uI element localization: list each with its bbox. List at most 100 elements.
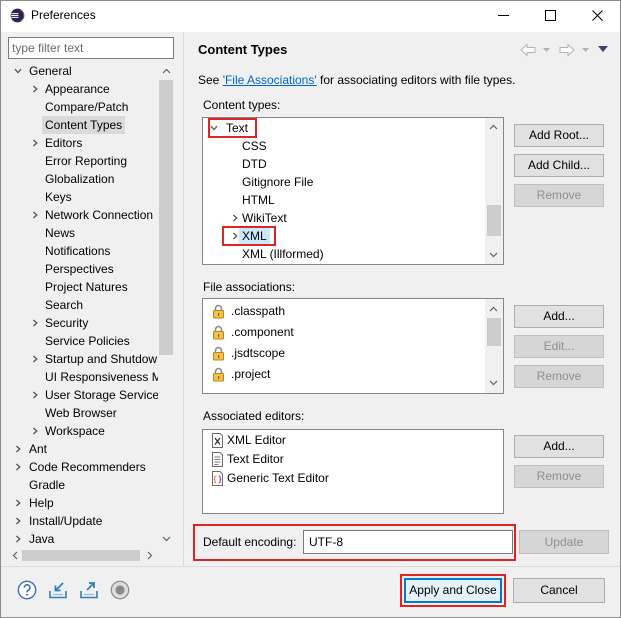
file-associations-scroll-thumb[interactable]	[487, 318, 501, 346]
editor-text-editor[interactable]: Text Editor	[203, 450, 484, 469]
nav-item-editors[interactable]: Editors	[8, 134, 158, 152]
nav-item-web-browser[interactable]: Web Browser	[8, 404, 158, 422]
nav-item-notifications[interactable]: Notifications	[8, 242, 158, 260]
nav-item-compare-patch[interactable]: Compare/Patch	[8, 98, 158, 116]
tree-horizontal-scroll-thumb[interactable]	[22, 550, 140, 561]
content-type-html[interactable]: HTML	[203, 191, 484, 209]
scroll-up-icon[interactable]	[489, 306, 498, 312]
remove-file-association-button[interactable]: Remove	[514, 365, 604, 388]
nav-item-code-recommenders[interactable]: Code Recommenders	[8, 458, 158, 476]
collapsed-chevron-icon[interactable]	[31, 391, 39, 399]
tree-vertical-scroll-thumb[interactable]	[159, 80, 173, 355]
view-menu-icon[interactable]	[598, 46, 608, 52]
collapsed-chevron-icon[interactable]	[14, 463, 22, 471]
nav-item-error-reporting[interactable]: Error Reporting	[8, 152, 158, 170]
collapsed-chevron-icon[interactable]	[231, 214, 239, 222]
nav-item-ui-responsiveness-m[interactable]: UI Responsiveness M	[8, 368, 158, 386]
remove-content-type-button[interactable]: Remove	[514, 184, 604, 207]
collapsed-chevron-icon[interactable]	[31, 355, 39, 363]
add-root-button[interactable]: Add Root...	[514, 124, 604, 147]
file-association-item[interactable]: .component	[203, 322, 484, 343]
content-type-dtd[interactable]: DTD	[203, 155, 484, 173]
nav-item-install-update[interactable]: Install/Update	[8, 512, 158, 530]
collapsed-chevron-icon[interactable]	[14, 445, 22, 453]
nav-item-content-types[interactable]: Content Types	[8, 116, 158, 134]
nav-item-project-natures[interactable]: Project Natures	[8, 278, 158, 296]
nav-item-java[interactable]: Java	[8, 530, 158, 548]
collapsed-chevron-icon[interactable]	[31, 391, 39, 399]
content-types-scrollbar[interactable]	[485, 118, 503, 264]
nav-item-general[interactable]: General	[8, 62, 158, 80]
collapsed-chevron-icon[interactable]	[14, 463, 22, 471]
minimize-button[interactable]	[480, 0, 526, 31]
maximize-button[interactable]	[527, 0, 573, 31]
editor-xml-editor[interactable]: XML Editor	[203, 431, 484, 450]
expanded-chevron-icon[interactable]	[14, 67, 22, 75]
editor-generic-text-editor[interactable]: Generic Text Editor	[203, 469, 484, 488]
collapsed-chevron-icon[interactable]	[31, 139, 39, 147]
nav-item-ant[interactable]: Ant	[8, 440, 158, 458]
collapsed-chevron-icon[interactable]	[231, 214, 239, 222]
scroll-right-icon[interactable]	[147, 551, 153, 560]
nav-item-network-connection[interactable]: Network Connection	[8, 206, 158, 224]
nav-item-security[interactable]: Security	[8, 314, 158, 332]
scroll-down-icon[interactable]	[489, 252, 498, 258]
export-icon[interactable]	[79, 580, 99, 600]
collapsed-chevron-icon[interactable]	[31, 319, 39, 327]
file-associations-link[interactable]: 'File Associations'	[223, 73, 317, 87]
nav-item-keys[interactable]: Keys	[8, 188, 158, 206]
file-association-item[interactable]: .jsdtscope	[203, 343, 484, 364]
collapsed-chevron-icon[interactable]	[14, 517, 22, 525]
help-icon[interactable]	[17, 580, 37, 600]
close-button[interactable]	[574, 0, 620, 31]
nav-item-startup-and-shutdow[interactable]: Startup and Shutdow	[8, 350, 158, 368]
collapsed-chevron-icon[interactable]	[14, 445, 22, 453]
nav-item-help[interactable]: Help	[8, 494, 158, 512]
nav-item-globalization[interactable]: Globalization	[8, 170, 158, 188]
collapsed-chevron-icon[interactable]	[31, 427, 39, 435]
add-child-button[interactable]: Add Child...	[514, 154, 604, 177]
nav-item-news[interactable]: News	[8, 224, 158, 242]
tree-vertical-scrollbar[interactable]	[158, 62, 174, 548]
collapsed-chevron-icon[interactable]	[31, 427, 39, 435]
collapsed-chevron-icon[interactable]	[31, 355, 39, 363]
apply-and-close-button[interactable]: Apply and Close	[404, 578, 502, 603]
back-dropdown-icon[interactable]	[543, 48, 550, 52]
nav-item-search[interactable]: Search	[8, 296, 158, 314]
content-type-xml[interactable]: XML	[203, 226, 484, 246]
cancel-button[interactable]: Cancel	[513, 578, 605, 603]
collapsed-chevron-icon[interactable]	[14, 535, 22, 543]
collapsed-chevron-icon[interactable]	[31, 211, 39, 219]
nav-item-perspectives[interactable]: Perspectives	[8, 260, 158, 278]
tree-horizontal-scrollbar[interactable]	[8, 548, 158, 563]
add-file-association-button[interactable]: Add...	[514, 305, 604, 328]
collapsed-chevron-icon[interactable]	[31, 85, 39, 93]
edit-file-association-button[interactable]: Edit...	[514, 335, 604, 358]
nav-item-gradle[interactable]: Gradle	[8, 476, 158, 494]
content-type-gitignore-file[interactable]: Gitignore File	[203, 173, 484, 191]
panel-divider[interactable]	[183, 32, 184, 567]
content-type-css[interactable]: CSS	[203, 137, 484, 155]
forward-dropdown-icon[interactable]	[582, 48, 589, 52]
file-association-item[interactable]: .project	[203, 364, 484, 385]
nav-item-service-policies[interactable]: Service Policies	[8, 332, 158, 350]
collapsed-chevron-icon[interactable]	[14, 499, 22, 507]
collapsed-chevron-icon[interactable]	[14, 535, 22, 543]
filter-input[interactable]	[8, 37, 174, 59]
collapsed-chevron-icon[interactable]	[14, 517, 22, 525]
back-arrow-icon[interactable]	[520, 43, 536, 57]
forward-arrow-icon[interactable]	[559, 43, 575, 57]
add-editor-button[interactable]: Add...	[514, 435, 604, 458]
collapsed-chevron-icon[interactable]	[14, 499, 22, 507]
content-type-text[interactable]: Text	[203, 118, 484, 138]
content-types-scroll-thumb[interactable]	[487, 205, 501, 236]
oomph-record-icon[interactable]	[110, 580, 130, 600]
collapsed-chevron-icon[interactable]	[31, 319, 39, 327]
file-association-item[interactable]: .classpath	[203, 301, 484, 322]
collapsed-chevron-icon[interactable]	[31, 85, 39, 93]
nav-item-workspace[interactable]: Workspace	[8, 422, 158, 440]
import-icon[interactable]	[48, 580, 68, 600]
file-associations-scrollbar[interactable]	[485, 299, 503, 393]
scroll-left-icon[interactable]	[12, 551, 18, 560]
content-type-xml-illformed[interactable]: XML (Illformed)	[203, 245, 484, 263]
